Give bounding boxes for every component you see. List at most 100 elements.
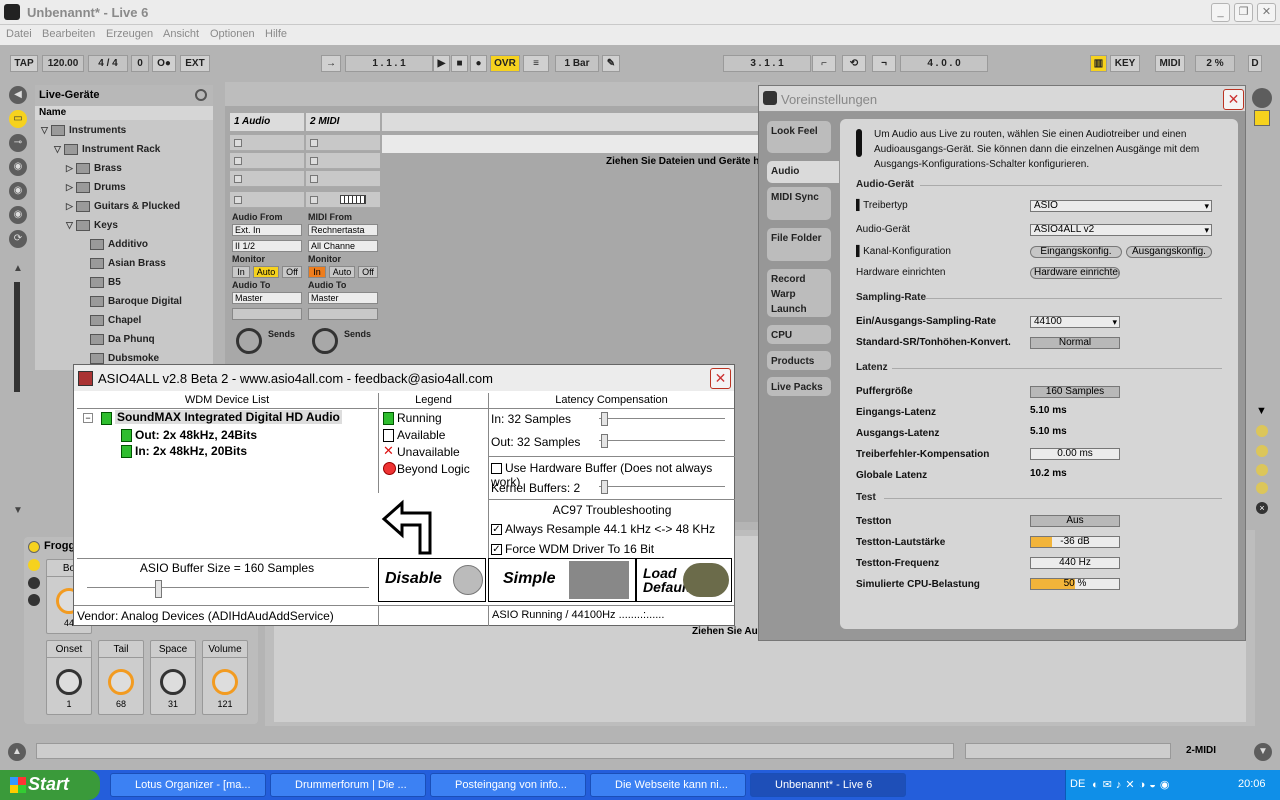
task-webseite[interactable]: Die Webseite kann ni... — [590, 773, 746, 797]
track-header-2[interactable]: 2 MIDI — [306, 113, 380, 131]
browser-item-drums[interactable]: ▷ Drums — [66, 178, 126, 197]
tempo-field[interactable]: 120.00 — [42, 55, 84, 72]
song-position-field[interactable]: 1 . 1 . 1 — [345, 55, 433, 72]
simple-button[interactable]: Simple — [488, 558, 636, 602]
driver-error-field[interactable]: 0.00 ms — [1030, 448, 1120, 460]
knob-space[interactable]: Space 31 — [150, 640, 196, 715]
clip-slot[interactable] — [306, 153, 380, 169]
scroll-up-icon[interactable]: ▲ — [9, 260, 27, 278]
maximize-button[interactable]: ❐ — [1234, 3, 1253, 22]
close-button[interactable]: ✕ — [1257, 3, 1276, 22]
task-live[interactable]: Unbenannt* - Live 6 — [750, 773, 906, 797]
menu-optionen[interactable]: Optionen — [210, 28, 255, 40]
hotswap-icon[interactable] — [195, 89, 207, 101]
tab-look-feel[interactable]: Look Feel — [767, 121, 831, 153]
punch-in-icon[interactable]: ⌐ — [812, 55, 836, 72]
hw-setup-button[interactable]: Hardware einrichten — [1030, 267, 1120, 279]
tap-button[interactable]: TAP — [10, 55, 38, 72]
quantization-select[interactable]: 1 Bar — [555, 55, 599, 72]
clip-slot[interactable] — [306, 135, 380, 151]
browser-item-keys[interactable]: ▽ Keys — [66, 216, 118, 235]
menu-bearbeiten[interactable]: Bearbeiten — [42, 28, 95, 40]
force16-checkbox[interactable]: ✓ Force WDM Driver To 16 Bit — [491, 542, 654, 556]
metronome-button[interactable]: O● — [152, 55, 176, 72]
browser-item-b5[interactable]: B5 — [90, 273, 121, 292]
latency-out-thumb[interactable] — [601, 434, 608, 448]
menu-erzeugen[interactable]: Erzeugen — [106, 28, 153, 40]
tab-record-warp-launch[interactable]: Record Warp Launch — [767, 269, 831, 317]
io-rate-select[interactable]: 44100 — [1030, 316, 1120, 328]
tab-midi-sync[interactable]: MIDI Sync — [767, 187, 831, 220]
track2-monitor-auto[interactable]: Auto — [329, 266, 355, 278]
track1-monitor-auto[interactable]: Auto — [253, 266, 279, 278]
resample-checkbox[interactable]: ✓ Always Resample 44.1 kHz <-> 48 KHz — [491, 522, 715, 536]
menu-datei[interactable]: Datei — [6, 28, 32, 40]
test-freq-field[interactable]: 440 Hz — [1030, 557, 1120, 569]
minimize-button[interactable]: _ — [1211, 3, 1230, 22]
device-minus-icon[interactable] — [28, 594, 40, 606]
cpu-sim-slider[interactable]: 50 % — [1030, 578, 1120, 590]
clip-slot[interactable] — [306, 171, 380, 187]
knob-onset[interactable]: Onset 1 — [46, 640, 92, 715]
asio-close-button[interactable]: ✕ — [710, 368, 731, 389]
stop-clip-slot[interactable] — [306, 192, 380, 208]
task-drummerforum[interactable]: Drummerforum | Die ... — [270, 773, 426, 797]
knob-tail[interactable]: Tail 68 — [98, 640, 144, 715]
wdm-output[interactable]: Out: 2x 48kHz, 24Bits — [135, 428, 257, 442]
device-list-icon[interactable] — [28, 577, 40, 589]
record-icon[interactable]: ● — [470, 55, 487, 72]
tab-live-packs[interactable]: Live Packs — [767, 377, 831, 396]
stop-icon[interactable]: ■ — [451, 55, 468, 72]
menu-ansicht[interactable]: Ansicht — [163, 28, 199, 40]
task-lotus-organizer[interactable]: Lotus Organizer - [ma... — [110, 773, 266, 797]
track1-monitor-off[interactable]: Off — [282, 266, 302, 278]
preferences-close-button[interactable]: ✕ — [1223, 89, 1244, 110]
loop-start-field[interactable]: 3 . 1 . 1 — [723, 55, 811, 72]
stop-clip-slot[interactable] — [230, 192, 304, 208]
computer-keyboard-icon[interactable]: ▥ — [1090, 55, 1107, 72]
tray-icons[interactable]: ◐✉♪✕◑◒◉ — [1092, 778, 1212, 792]
buffer-size-slider[interactable] — [87, 587, 369, 589]
device-toggle-icon[interactable] — [28, 559, 40, 571]
send-a-knob[interactable] — [236, 328, 262, 354]
expand-up-icon[interactable]: ▲ — [8, 743, 26, 761]
clip-slot[interactable] — [230, 171, 304, 187]
follow-icon[interactable]: → — [321, 55, 341, 72]
close-circle-icon[interactable]: × — [1256, 502, 1268, 514]
track2-output-select[interactable]: Master — [308, 292, 378, 304]
output-config-button[interactable]: Ausgangskonfig. — [1126, 246, 1212, 258]
browser-item-baroque[interactable]: Baroque Digital — [90, 292, 182, 311]
browser-item-guitars[interactable]: ▷ Guitars & Plucked — [66, 197, 180, 216]
groove-field[interactable]: 0 — [131, 55, 149, 72]
track2-input-channel[interactable]: All Channe — [308, 240, 378, 252]
clip-slot[interactable] — [230, 153, 304, 169]
track2-monitor-off[interactable]: Off — [358, 266, 378, 278]
knob-volume[interactable]: Volume 121 — [202, 640, 248, 715]
io-toggle-icon[interactable] — [1254, 110, 1270, 126]
drop-area[interactable] — [382, 135, 760, 153]
scroll-down-icon[interactable]: ▼ — [9, 502, 27, 520]
tab-audio[interactable]: Audio — [767, 161, 839, 183]
menu-hilfe[interactable]: Hilfe — [265, 28, 287, 40]
latency-out-slider[interactable] — [599, 440, 725, 442]
wdm-input[interactable]: In: 2x 48kHz, 20Bits — [135, 444, 247, 458]
play-icon[interactable]: ▶ — [433, 55, 450, 72]
scroll-down-right-icon[interactable]: ▼ — [1256, 405, 1267, 417]
wdm-device-name[interactable]: SoundMAX Integrated Digital HD Audio — [115, 410, 342, 424]
file-browser-2-icon[interactable]: ◉ — [9, 182, 27, 200]
sr-conv-select[interactable]: Normal — [1030, 337, 1120, 349]
load-defaults-button[interactable]: Load Defaults — [636, 558, 732, 602]
kernel-buffers-thumb[interactable] — [601, 480, 608, 494]
browser-item-instrument-rack[interactable]: ▽ Instrument Rack — [54, 140, 160, 159]
device-power-icon[interactable] — [28, 541, 40, 553]
track2-send-field[interactable] — [308, 308, 378, 320]
track1-send-field[interactable] — [232, 308, 302, 320]
ext-sync-button[interactable]: EXT — [180, 55, 210, 72]
midi-map-button[interactable]: MIDI — [1155, 55, 1185, 72]
browser-item-asian-brass[interactable]: Asian Brass — [90, 254, 166, 273]
track1-monitor-in[interactable]: In — [232, 266, 250, 278]
task-posteingang[interactable]: Posteingang von info... — [430, 773, 586, 797]
plugins-icon[interactable]: ⊸ — [9, 134, 27, 152]
audio-device-select[interactable]: ASIO4ALL v2 — [1030, 224, 1212, 236]
tab-products[interactable]: Products — [767, 351, 831, 370]
